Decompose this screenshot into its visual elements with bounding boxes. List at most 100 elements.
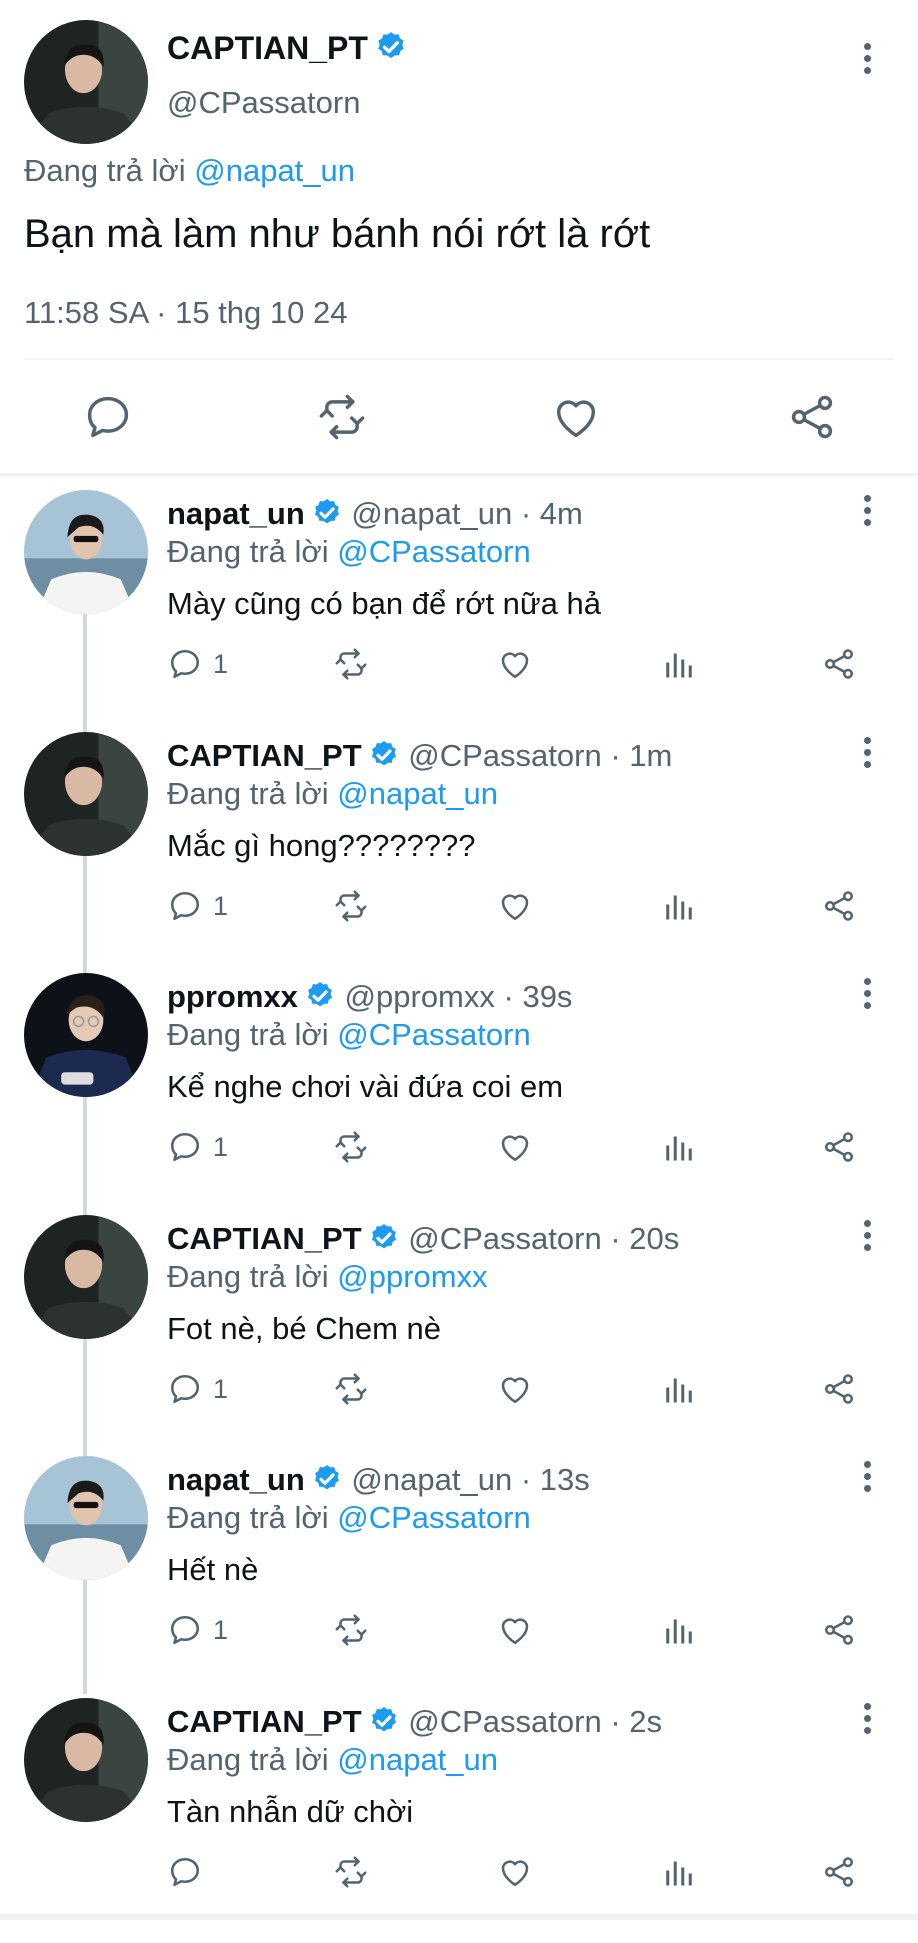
replying-to-link[interactable]: @CPassatorn [337,1017,530,1052]
reply-button[interactable]: 1 [167,1610,228,1650]
replying-to-link[interactable]: @napat_un [194,153,355,188]
author-name[interactable]: ppromxx [167,979,298,1014]
reply-header: ppromxx @ppromxx · 39s [167,977,572,1017]
divider [24,358,894,360]
verified-badge-icon [368,1222,400,1254]
views-icon[interactable] [661,886,697,926]
avatar[interactable] [24,732,148,856]
retweet-icon[interactable] [333,886,369,926]
more-options-icon[interactable] [852,490,882,534]
views-icon[interactable] [661,644,697,684]
more-options-icon[interactable] [852,973,882,1017]
reply-tweet[interactable]: CAPTIAN_PT @CPassatorn · 1m Đang trả lời … [0,732,918,977]
reply-time[interactable]: 20s [629,1221,679,1256]
avatar[interactable] [24,973,148,1097]
author-name[interactable]: CAPTIAN_PT [167,738,362,773]
replying-to-link[interactable]: @napat_un [337,1742,498,1777]
author-handle[interactable]: @napat_un [351,1462,512,1497]
like-icon[interactable] [497,1852,533,1892]
reply-tweet[interactable]: napat_un @napat_un · 4m Đang trả lời @CPa… [0,490,918,735]
reply-time[interactable]: 39s [522,979,572,1014]
author-name[interactable]: napat_un [167,1462,305,1497]
avatar[interactable] [24,490,148,614]
reply-actions: 1 [167,886,867,930]
reply-button[interactable]: 1 [167,1127,228,1167]
avatar[interactable] [24,1456,148,1580]
more-options-icon[interactable] [852,1456,882,1500]
reply-tweet[interactable]: CAPTIAN_PT @CPassatorn · 2s Đang trả lời … [0,1698,918,1943]
like-icon[interactable] [497,644,533,684]
avatar[interactable] [24,1215,148,1339]
reply-icon [167,646,203,682]
retweet-icon[interactable] [333,1127,369,1167]
reply-text: Kể nghe chơi vài đứa coi em [167,1069,564,1104]
reply-button[interactable] [167,1852,213,1892]
share-icon[interactable] [821,886,857,926]
author-name[interactable]: CAPTIAN_PT [167,30,408,67]
replying-to: Đang trả lời @CPassatorn [167,534,531,569]
reply-actions: 1 [167,644,867,688]
reply-button[interactable]: 1 [167,644,228,684]
reply-time[interactable]: 1m [629,738,672,773]
share-icon[interactable] [821,1127,857,1167]
reply-tweet[interactable]: napat_un @napat_un · 13s Đang trả lời @CP… [0,1456,918,1701]
like-icon[interactable] [497,1127,533,1167]
reply-time[interactable]: 13s [540,1462,590,1497]
retweet-icon[interactable] [333,1369,369,1409]
replying-to: Đang trả lời @napat_un [167,1742,499,1777]
reply-icon[interactable] [82,391,134,443]
reply-header: CAPTIAN_PT @CPassatorn · 2s [167,1702,662,1742]
views-icon[interactable] [661,1610,697,1650]
verified-badge-icon [374,30,408,64]
author-handle[interactable]: @napat_un [351,496,512,531]
bottom-divider [0,1914,918,1920]
more-options-icon[interactable] [852,38,882,82]
dot-separator: · [512,496,540,531]
like-icon[interactable] [497,1610,533,1650]
like-icon[interactable] [497,886,533,926]
retweet-icon[interactable] [333,1610,369,1650]
reply-time[interactable]: 4m [540,496,583,531]
retweet-icon[interactable] [333,1852,369,1892]
views-icon[interactable] [661,1127,697,1167]
reply-tweet[interactable]: ppromxx @ppromxx · 39s Đang trả lời @CPas… [0,973,918,1218]
author-handle[interactable]: @CPassatorn [167,85,360,121]
author-name[interactable]: CAPTIAN_PT [167,1704,362,1739]
avatar[interactable] [24,1698,148,1822]
author-handle[interactable]: @ppromxx [345,979,495,1014]
more-options-icon[interactable] [852,732,882,776]
reply-icon [167,1854,203,1890]
verified-badge-icon [304,980,336,1012]
share-icon[interactable] [786,391,838,443]
reply-button[interactable]: 1 [167,1369,228,1409]
author-name[interactable]: napat_un [167,496,305,531]
replying-to: Đang trả lời @napat_un [24,153,356,188]
more-options-icon[interactable] [852,1698,882,1742]
views-icon[interactable] [661,1369,697,1409]
avatar[interactable] [24,20,148,144]
more-options-icon[interactable] [852,1215,882,1259]
reply-header: CAPTIAN_PT @CPassatorn · 1m [167,736,672,776]
reply-button[interactable]: 1 [167,886,228,926]
replying-to-link[interactable]: @CPassatorn [337,534,530,569]
replying-to-link[interactable]: @ppromxx [337,1259,487,1294]
share-icon[interactable] [821,1852,857,1892]
author-handle[interactable]: @CPassatorn [408,1704,601,1739]
tweet-timestamp[interactable]: 11:58 SA · 15 thg 10 24 [24,295,347,331]
reply-text: Tàn nhẫn dữ chời [167,1794,414,1829]
views-icon[interactable] [661,1852,697,1892]
reply-time[interactable]: 2s [629,1704,662,1739]
author-handle[interactable]: @CPassatorn [408,738,601,773]
like-icon[interactable] [497,1369,533,1409]
like-icon[interactable] [550,391,602,443]
author-name[interactable]: CAPTIAN_PT [167,1221,362,1256]
retweet-icon[interactable] [316,391,368,443]
replying-to-link[interactable]: @napat_un [337,776,498,811]
retweet-icon[interactable] [333,644,369,684]
reply-tweet[interactable]: CAPTIAN_PT @CPassatorn · 20s Đang trả lời… [0,1215,918,1460]
share-icon[interactable] [821,1369,857,1409]
replying-to-link[interactable]: @CPassatorn [337,1500,530,1535]
share-icon[interactable] [821,1610,857,1650]
share-icon[interactable] [821,644,857,684]
author-handle[interactable]: @CPassatorn [408,1221,601,1256]
